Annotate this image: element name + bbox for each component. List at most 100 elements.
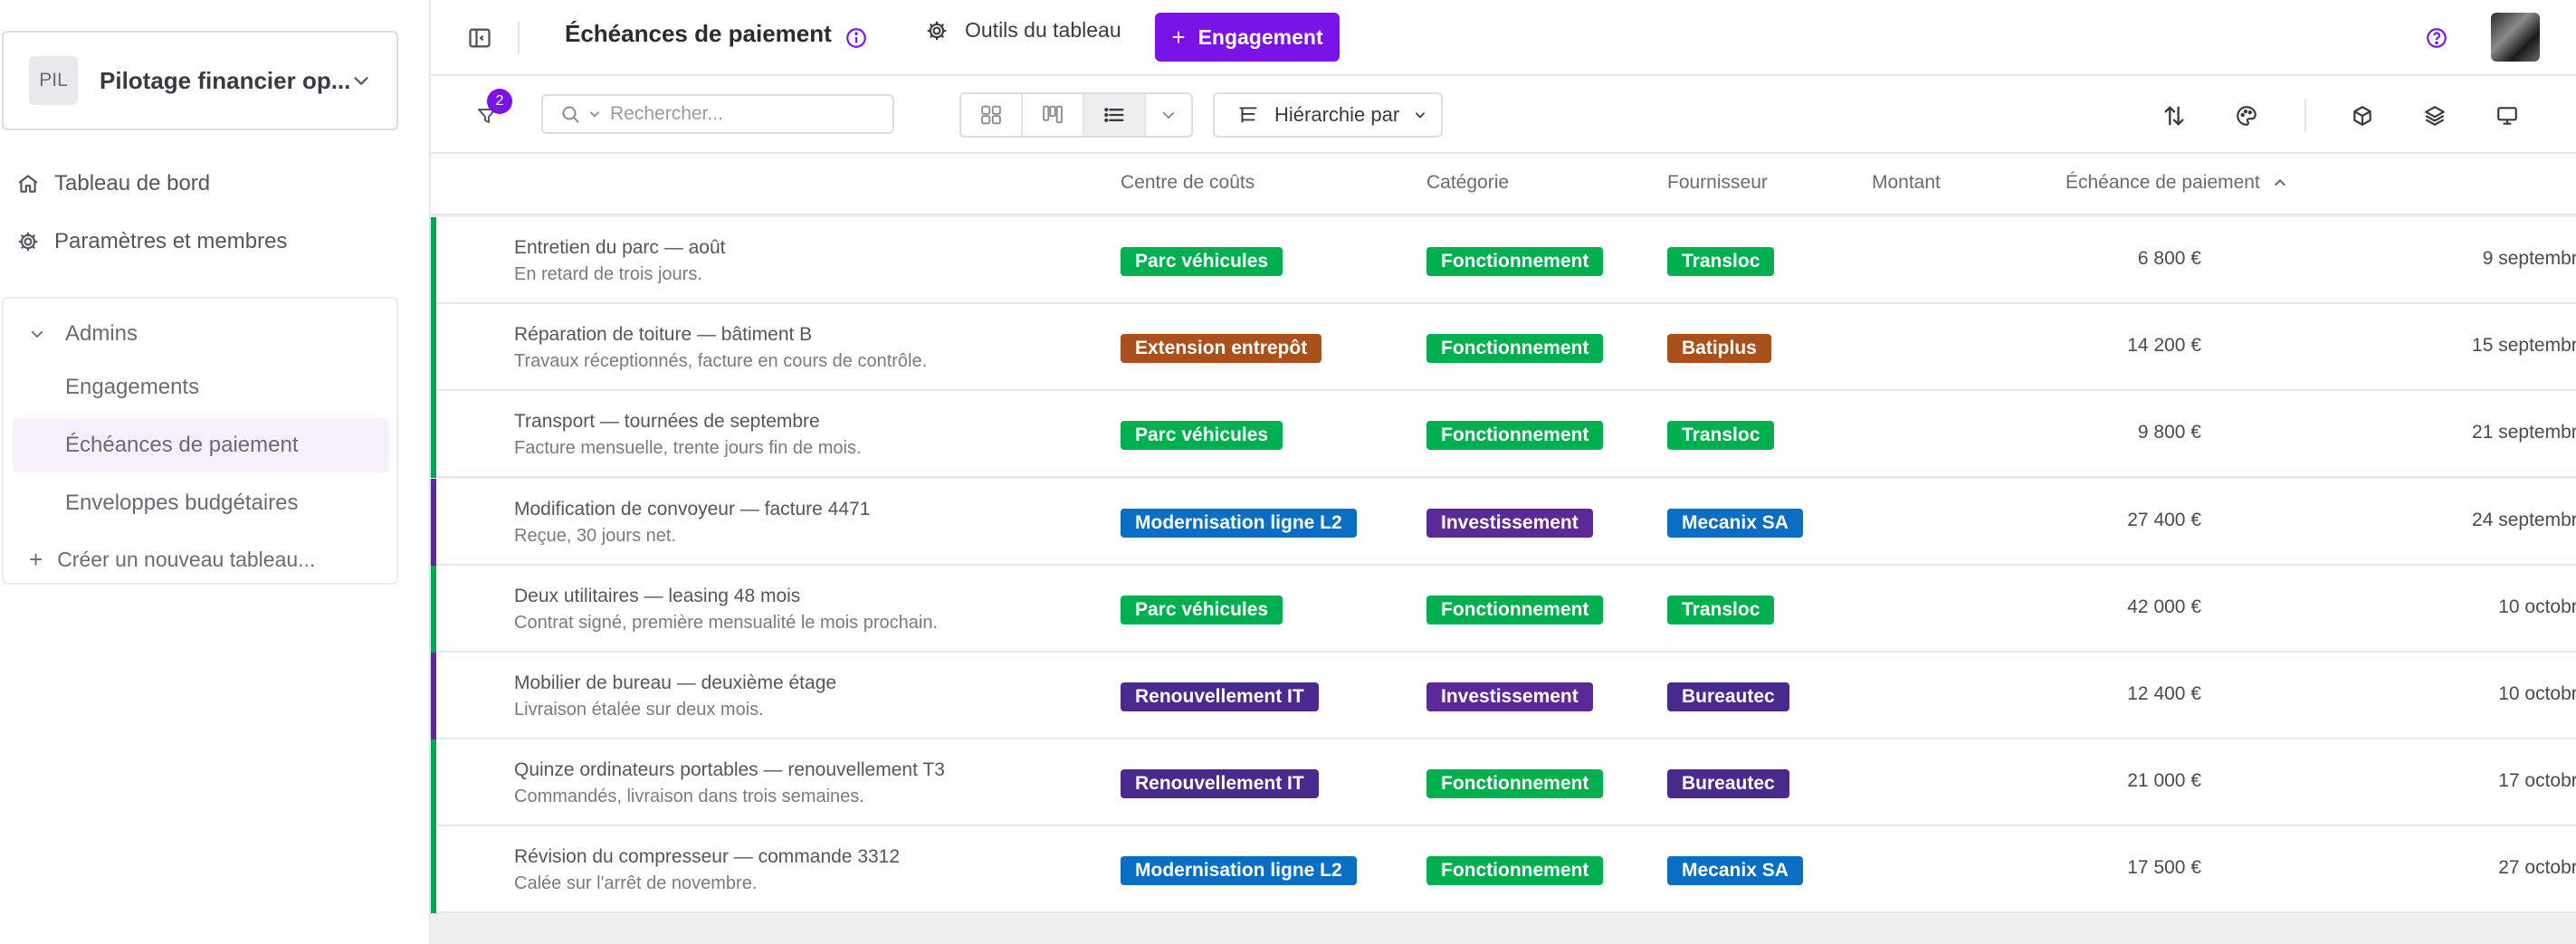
category-tag[interactable]: Investissement	[1426, 508, 1593, 538]
info-icon	[846, 28, 866, 48]
due-date-cell: 10 octobre 2026	[2498, 683, 2576, 704]
sidebar-item-echeances[interactable]: Échéances de paiement	[13, 418, 389, 472]
column-header-due-label: Échéance de paiement	[2066, 172, 2260, 193]
row-status-bar	[431, 217, 436, 304]
table-row[interactable]: Révision du compresseur — commande 3312 C…	[431, 826, 2576, 914]
view-options-dropdown[interactable]	[1146, 94, 1191, 136]
color-button[interactable]	[2232, 101, 2261, 130]
table-row[interactable]: Entretien du parc — août En retard de tro…	[431, 217, 2576, 304]
section-title: Admins	[65, 321, 138, 346]
row-subtitle: Contrat signé, première mensualité le mo…	[514, 612, 938, 633]
row-title[interactable]: Révision du compresseur — commande 3312	[514, 846, 900, 868]
help-icon	[2427, 28, 2447, 48]
home-icon	[18, 175, 38, 193]
amount-cell: 6 800 €	[2137, 248, 2201, 269]
search-box[interactable]	[541, 94, 894, 134]
info-button[interactable]	[842, 24, 871, 52]
row-title[interactable]: Mobilier de bureau — deuxième étage	[514, 672, 836, 694]
cost-center-tag[interactable]: Parc véhicules	[1121, 247, 1283, 276]
row-title[interactable]: Modification de convoyeur — facture 4471	[514, 499, 870, 520]
create-board-button[interactable]: + Créer un nouveau tableau...	[29, 543, 315, 576]
sidebar-item-enveloppes[interactable]: Enveloppes budgétaires	[13, 476, 389, 530]
category-tag[interactable]: Fonctionnement	[1426, 769, 1604, 799]
layers-button[interactable]	[2420, 101, 2449, 130]
hierarchy-dropdown[interactable]: Hiérarchie par	[1213, 92, 1443, 138]
sort-button[interactable]	[2160, 101, 2189, 130]
view-grid-button[interactable]	[961, 94, 1023, 136]
view-kanban-button[interactable]	[1023, 94, 1084, 136]
kanban-icon	[1043, 105, 1063, 124]
cost-center-tag[interactable]: Modernisation ligne L2	[1121, 856, 1357, 886]
table-row[interactable]: Quinze ordinateurs portables — renouvell…	[431, 739, 2576, 827]
row-title[interactable]: Deux utilitaires — leasing 48 mois	[514, 586, 800, 607]
table-row[interactable]: Modification de convoyeur — facture 4471…	[431, 478, 2576, 566]
column-header-due[interactable]: Échéance de paiement	[2066, 172, 2287, 194]
due-date-cell: 21 septembre 2026	[2472, 422, 2576, 443]
workspace-name: Pilotage financier op...	[100, 66, 351, 94]
view-list-button[interactable]	[1084, 94, 1146, 136]
page-title: Échéances de paiement	[565, 20, 832, 47]
board-tools-button[interactable]: Outils du tableau	[925, 18, 1121, 43]
cost-center-tag[interactable]: Parc véhicules	[1121, 595, 1283, 625]
supplier-tag[interactable]: Mecanix SA	[1667, 856, 1803, 886]
cost-center-tag[interactable]: Modernisation ligne L2	[1121, 508, 1357, 538]
supplier-tag[interactable]: Transloc	[1667, 595, 1775, 625]
sidebar-link-settings[interactable]: Paramètres et membres	[16, 219, 287, 264]
presentation-button[interactable]	[2493, 101, 2522, 130]
column-header-cost-center[interactable]: Centre de coûts	[1121, 172, 1255, 194]
layers-icon	[2425, 106, 2445, 126]
cost-center-tag[interactable]: Renouvellement IT	[1121, 682, 1319, 711]
sidebar-panel-icon	[469, 28, 491, 48]
section-toggle[interactable]: Admins	[29, 311, 138, 357]
row-title[interactable]: Quinze ordinateurs portables — renouvell…	[514, 759, 945, 781]
amount-cell: 9 800 €	[2137, 422, 2201, 443]
table-row[interactable]: Mobilier de bureau — deuxième étage Livra…	[431, 653, 2576, 739]
workspace-avatar: PIL	[29, 56, 78, 105]
sidebar-link-dashboard[interactable]: Tableau de bord	[16, 161, 210, 206]
supplier-tag[interactable]: Transloc	[1667, 421, 1775, 451]
amount-cell: 14 200 €	[2127, 335, 2201, 357]
supplier-tag[interactable]: Mecanix SA	[1667, 508, 1803, 538]
sidebar-item-engagements[interactable]: Engagements	[13, 360, 389, 415]
search-icon	[562, 106, 579, 123]
cost-center-tag[interactable]: Renouvellement IT	[1121, 769, 1319, 799]
workspace-switcher[interactable]: PIL Pilotage financier op...	[2, 31, 398, 130]
category-tag[interactable]: Fonctionnement	[1426, 247, 1604, 276]
due-date-cell: 9 septembre 2026	[2482, 248, 2576, 269]
supplier-tag[interactable]: Bureautec	[1667, 769, 1789, 799]
chevron-down-icon	[31, 330, 43, 338]
column-header-supplier[interactable]: Fournisseur	[1667, 172, 1768, 194]
sidebar-link-label: Tableau de bord	[54, 171, 211, 195]
row-subtitle: En retard de trois jours.	[514, 264, 702, 284]
column-header-amount[interactable]: Montant	[1872, 172, 1941, 194]
table-row[interactable]: Deux utilitaires — leasing 48 mois Contra…	[431, 565, 2576, 653]
category-tag[interactable]: Fonctionnement	[1426, 421, 1604, 451]
due-date-cell: 27 octobre 2026	[2498, 857, 2576, 879]
user-avatar[interactable]	[2491, 13, 2540, 62]
toggle-sidebar-button[interactable]	[465, 24, 494, 52]
category-tag[interactable]: Investissement	[1426, 682, 1593, 711]
sidebar-link-label: Paramètres et membres	[54, 229, 288, 253]
objects-button[interactable]	[2348, 101, 2377, 130]
row-status-bar	[431, 565, 436, 653]
category-tag[interactable]: Fonctionnement	[1426, 334, 1604, 364]
supplier-tag[interactable]: Transloc	[1667, 247, 1775, 276]
supplier-tag[interactable]: Batiplus	[1667, 334, 1771, 364]
row-title[interactable]: Transport — tournées de septembre	[514, 411, 820, 433]
category-tag[interactable]: Fonctionnement	[1426, 595, 1604, 625]
category-tag[interactable]: Fonctionnement	[1426, 856, 1604, 886]
column-header-category[interactable]: Catégorie	[1426, 172, 1509, 194]
chevron-down-icon	[1416, 112, 1426, 119]
help-button[interactable]	[2422, 24, 2451, 52]
new-engagement-button[interactable]: + Engagement	[1155, 13, 1340, 62]
cost-center-tag[interactable]: Extension entrepôt	[1121, 334, 1322, 364]
row-title[interactable]: Entretien du parc — août	[514, 237, 725, 259]
cost-center-tag[interactable]: Parc véhicules	[1121, 421, 1283, 451]
search-input[interactable]	[610, 103, 863, 125]
supplier-tag[interactable]: Bureautec	[1667, 682, 1789, 711]
row-title[interactable]: Réparation de toiture — bâtiment B	[514, 324, 812, 346]
table-row[interactable]: Transport — tournées de septembre Facture…	[431, 391, 2576, 479]
grid-icon	[981, 105, 1001, 125]
row-subtitle: Travaux réceptionnés, facture en cours d…	[514, 351, 928, 372]
table-row[interactable]: Réparation de toiture — bâtiment B Travau…	[431, 304, 2576, 392]
